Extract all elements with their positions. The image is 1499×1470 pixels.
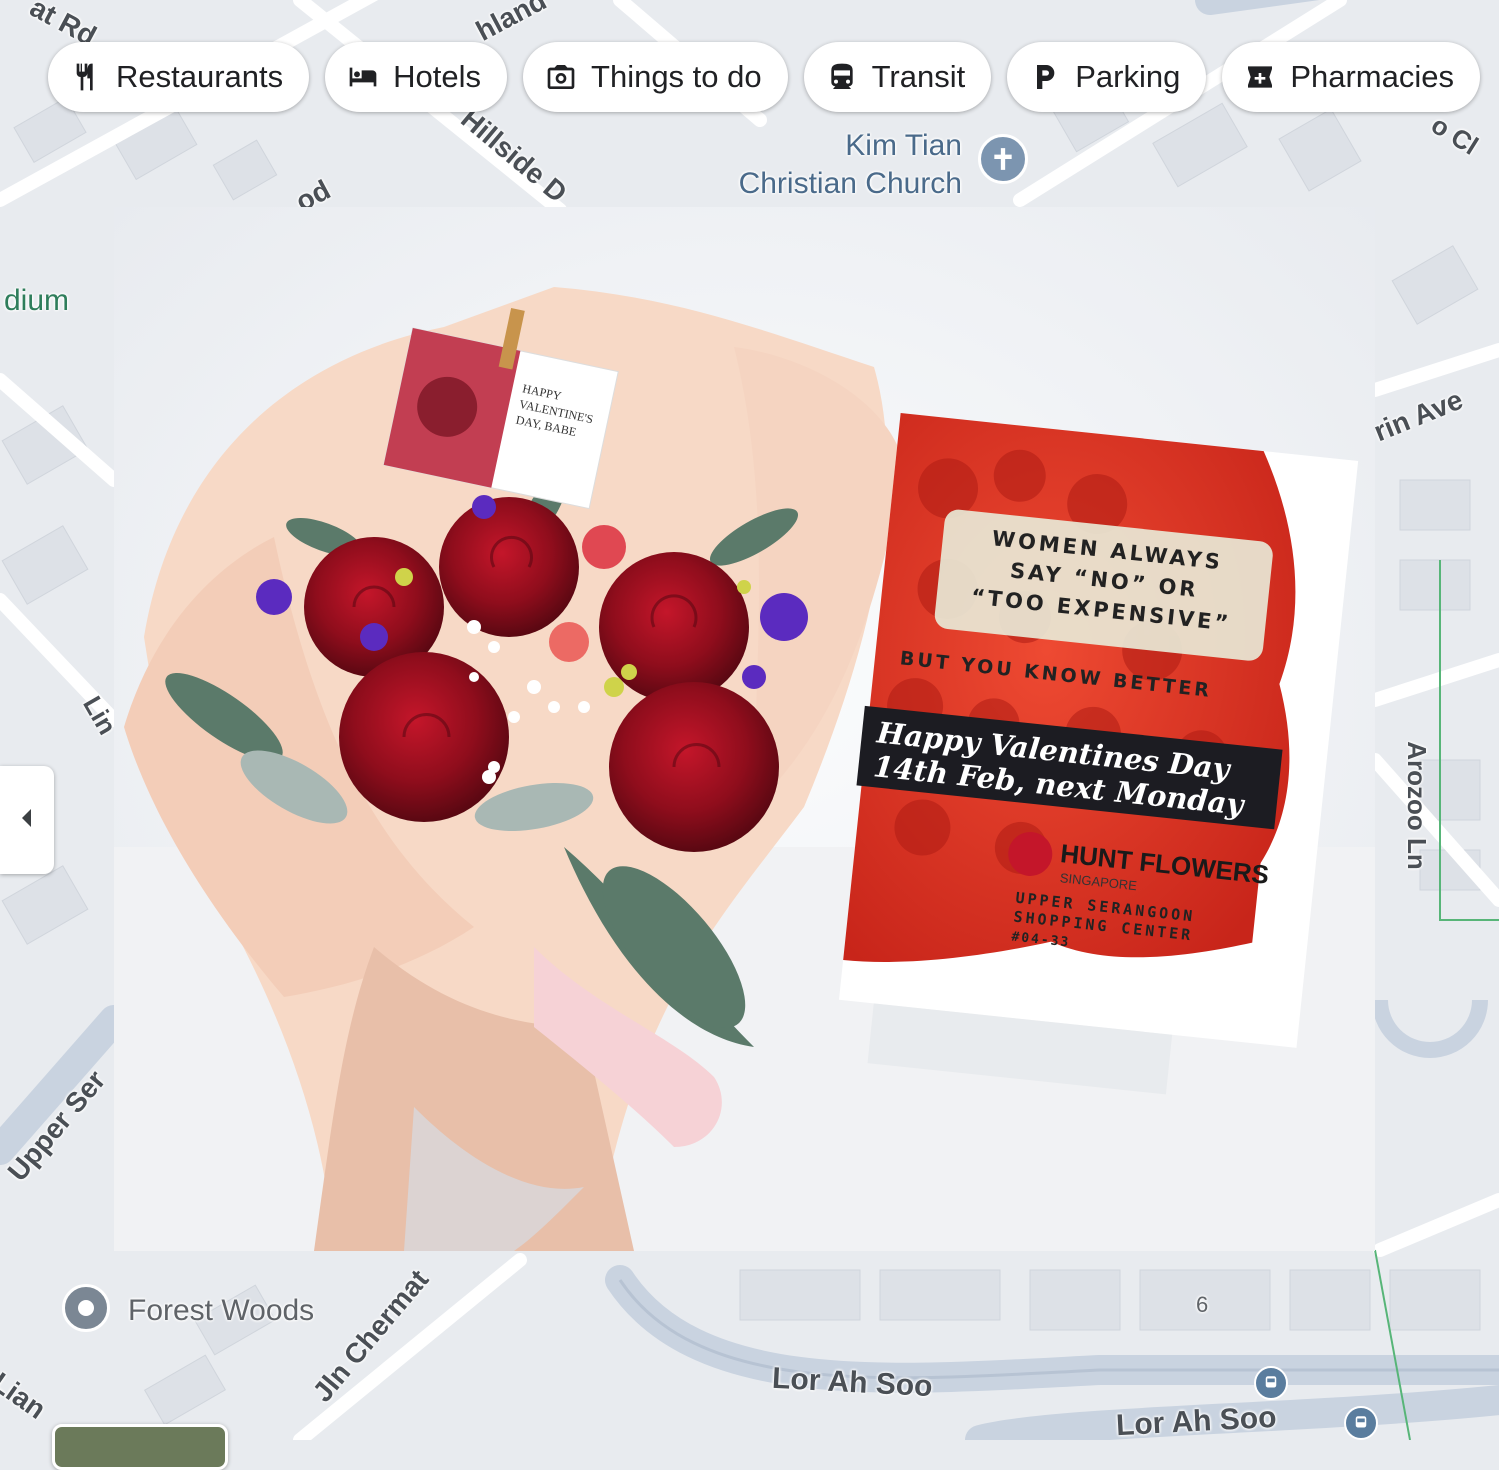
- hotel-bed-icon: [347, 61, 379, 93]
- block-number: 6: [1196, 1292, 1209, 1317]
- train-icon: [826, 61, 858, 93]
- church-label-line2: Christian Church: [738, 167, 962, 200]
- chip-label: Parking: [1075, 59, 1181, 94]
- chip-label: Restaurants: [116, 59, 284, 94]
- chip-label: Things to do: [591, 59, 762, 94]
- stadium-label[interactable]: dium: [4, 284, 69, 318]
- place-photo[interactable]: HAPPY VALENTINE'S DAY, BABE WOMEN ALWAYS…: [114, 207, 1375, 1251]
- bouquet-photo-art: HAPPY VALENTINE'S DAY, BABE WOMEN ALWAYS…: [114, 207, 1375, 1251]
- chip-restaurants[interactable]: Restaurants: [48, 42, 310, 112]
- forest-woods-label[interactable]: Forest Woods: [128, 1294, 314, 1328]
- chip-parking[interactable]: Parking: [1007, 42, 1207, 112]
- collapse-panel-button[interactable]: [0, 766, 54, 874]
- church-label-line1: Kim Tian: [845, 129, 962, 162]
- chip-label: Pharmacies: [1290, 59, 1455, 94]
- layers-thumbnail[interactable]: [52, 1424, 228, 1470]
- chip-things-to-do[interactable]: Things to do: [523, 42, 788, 112]
- camera-icon: [545, 61, 577, 93]
- chip-label: Hotels: [393, 59, 482, 94]
- church-label[interactable]: Kim Tian Christian Church: [700, 127, 962, 203]
- place-pin-icon[interactable]: [62, 1284, 110, 1332]
- restaurant-icon: [70, 61, 102, 93]
- pharmacy-icon: [1244, 61, 1276, 93]
- chip-transit[interactable]: Transit: [803, 42, 992, 112]
- category-chips: Restaurants Hotels Things to do Transit …: [48, 42, 1481, 114]
- bus-stop-icon-2[interactable]: [1344, 1406, 1378, 1440]
- chip-label: Transit: [871, 59, 966, 94]
- chip-hotels[interactable]: Hotels: [325, 42, 508, 112]
- road-label-arozoo-ln: Arozoo Ln: [1401, 741, 1432, 870]
- chip-pharmacies[interactable]: Pharmacies: [1222, 42, 1481, 112]
- bus-stop-icon[interactable]: [1254, 1366, 1288, 1400]
- church-cross-icon[interactable]: [978, 134, 1028, 184]
- caret-left-icon: [19, 807, 35, 834]
- parking-icon: [1029, 61, 1061, 93]
